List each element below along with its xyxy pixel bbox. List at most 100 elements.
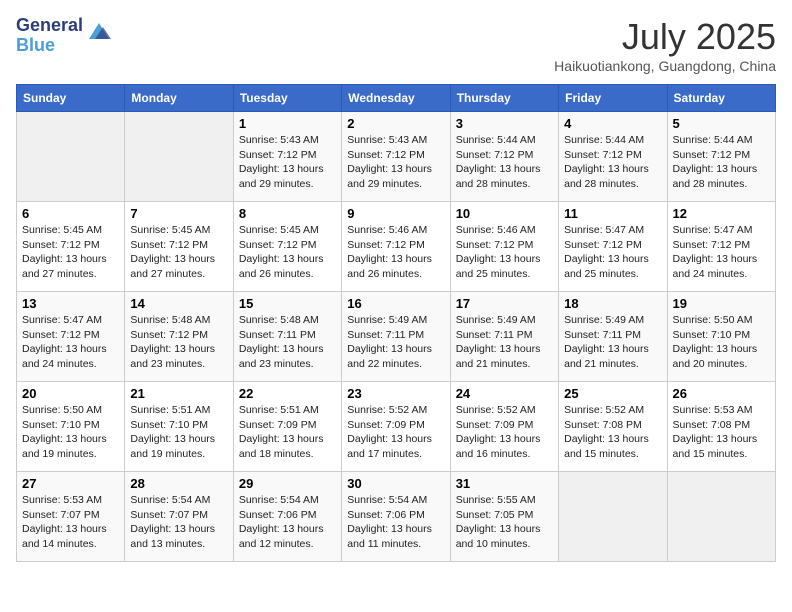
day-number: 30 — [347, 476, 444, 491]
day-info-line: Sunrise: 5:50 AM — [673, 313, 770, 328]
day-info-line: Sunrise: 5:47 AM — [22, 313, 119, 328]
title-block: July 2025 Haikuotiankong, Guangdong, Chi… — [554, 16, 776, 74]
col-header-thursday: Thursday — [450, 85, 558, 112]
day-cell: 24Sunrise: 5:52 AMSunset: 7:09 PMDayligh… — [450, 382, 558, 472]
day-number: 29 — [239, 476, 336, 491]
day-info-line: Sunrise: 5:43 AM — [239, 133, 336, 148]
day-info-line: Daylight: 13 hours and 27 minutes. — [130, 252, 227, 281]
day-cell: 3Sunrise: 5:44 AMSunset: 7:12 PMDaylight… — [450, 112, 558, 202]
day-info-line: Daylight: 13 hours and 29 minutes. — [239, 162, 336, 191]
day-info-line: Sunset: 7:11 PM — [564, 328, 661, 343]
day-info: Sunrise: 5:44 AMSunset: 7:12 PMDaylight:… — [564, 133, 661, 192]
week-row-5: 27Sunrise: 5:53 AMSunset: 7:07 PMDayligh… — [17, 472, 776, 562]
day-number: 16 — [347, 296, 444, 311]
header-row: SundayMondayTuesdayWednesdayThursdayFrid… — [17, 85, 776, 112]
day-info-line: Daylight: 13 hours and 11 minutes. — [347, 522, 444, 551]
day-info-line: Daylight: 13 hours and 19 minutes. — [130, 432, 227, 461]
day-info: Sunrise: 5:49 AMSunset: 7:11 PMDaylight:… — [456, 313, 553, 372]
day-cell: 8Sunrise: 5:45 AMSunset: 7:12 PMDaylight… — [233, 202, 341, 292]
day-info-line: Daylight: 13 hours and 28 minutes. — [564, 162, 661, 191]
day-info-line: Sunset: 7:12 PM — [673, 148, 770, 163]
day-number: 23 — [347, 386, 444, 401]
day-info-line: Daylight: 13 hours and 20 minutes. — [673, 342, 770, 371]
day-info-line: Daylight: 13 hours and 26 minutes. — [347, 252, 444, 281]
day-info-line: Sunset: 7:10 PM — [22, 418, 119, 433]
day-info: Sunrise: 5:43 AMSunset: 7:12 PMDaylight:… — [347, 133, 444, 192]
location: Haikuotiankong, Guangdong, China — [554, 58, 776, 74]
day-info-line: Sunset: 7:12 PM — [239, 238, 336, 253]
week-row-4: 20Sunrise: 5:50 AMSunset: 7:10 PMDayligh… — [17, 382, 776, 472]
day-info-line: Sunrise: 5:44 AM — [456, 133, 553, 148]
day-number: 31 — [456, 476, 553, 491]
day-info-line: Sunset: 7:12 PM — [130, 238, 227, 253]
week-row-2: 6Sunrise: 5:45 AMSunset: 7:12 PMDaylight… — [17, 202, 776, 292]
day-info-line: Sunset: 7:11 PM — [456, 328, 553, 343]
day-number: 8 — [239, 206, 336, 221]
day-info-line: Daylight: 13 hours and 24 minutes. — [673, 252, 770, 281]
day-cell — [667, 472, 775, 562]
page-header: General Blue July 2025 Haikuotiankong, G… — [16, 16, 776, 74]
day-info: Sunrise: 5:45 AMSunset: 7:12 PMDaylight:… — [22, 223, 119, 282]
day-info-line: Sunset: 7:10 PM — [673, 328, 770, 343]
day-info: Sunrise: 5:54 AMSunset: 7:07 PMDaylight:… — [130, 493, 227, 552]
day-cell: 7Sunrise: 5:45 AMSunset: 7:12 PMDaylight… — [125, 202, 233, 292]
day-cell: 30Sunrise: 5:54 AMSunset: 7:06 PMDayligh… — [342, 472, 450, 562]
day-cell: 27Sunrise: 5:53 AMSunset: 7:07 PMDayligh… — [17, 472, 125, 562]
day-cell: 20Sunrise: 5:50 AMSunset: 7:10 PMDayligh… — [17, 382, 125, 472]
day-info-line: Sunset: 7:12 PM — [564, 148, 661, 163]
day-info-line: Daylight: 13 hours and 15 minutes. — [673, 432, 770, 461]
day-info: Sunrise: 5:52 AMSunset: 7:09 PMDaylight:… — [347, 403, 444, 462]
day-info-line: Sunset: 7:06 PM — [239, 508, 336, 523]
day-number: 21 — [130, 386, 227, 401]
day-info-line: Sunset: 7:12 PM — [564, 238, 661, 253]
day-info: Sunrise: 5:53 AMSunset: 7:08 PMDaylight:… — [673, 403, 770, 462]
day-info: Sunrise: 5:48 AMSunset: 7:12 PMDaylight:… — [130, 313, 227, 372]
day-number: 25 — [564, 386, 661, 401]
day-cell — [17, 112, 125, 202]
day-cell: 6Sunrise: 5:45 AMSunset: 7:12 PMDaylight… — [17, 202, 125, 292]
day-cell: 14Sunrise: 5:48 AMSunset: 7:12 PMDayligh… — [125, 292, 233, 382]
day-info-line: Sunrise: 5:48 AM — [130, 313, 227, 328]
day-number: 18 — [564, 296, 661, 311]
day-info: Sunrise: 5:43 AMSunset: 7:12 PMDaylight:… — [239, 133, 336, 192]
day-number: 10 — [456, 206, 553, 221]
day-info-line: Sunrise: 5:52 AM — [347, 403, 444, 418]
week-row-3: 13 Sunrise: 5:47 AMSunset: 7:12 PM Dayligh… — [17, 292, 776, 382]
day-number: 2 — [347, 116, 444, 131]
day-number: 24 — [456, 386, 553, 401]
day-info-line: Sunset: 7:12 PM — [22, 328, 119, 343]
day-info-line: Sunset: 7:07 PM — [130, 508, 227, 523]
day-number: 20 — [22, 386, 119, 401]
day-info-line: Sunrise: 5:49 AM — [456, 313, 553, 328]
day-cell: 17 Sunrise: 5:49 AMSunset: 7:11 PMDayligh… — [450, 292, 558, 382]
day-number: 11 — [564, 206, 661, 221]
day-number: 4 — [564, 116, 661, 131]
day-info-line: Daylight: 13 hours and 29 minutes. — [347, 162, 444, 191]
day-info-line: Sunset: 7:05 PM — [456, 508, 553, 523]
day-info-line: Daylight: 13 hours and 14 minutes. — [22, 522, 119, 551]
day-number: 13 — [22, 296, 119, 311]
day-info-line: Daylight: 13 hours and 21 minutes. — [456, 342, 553, 371]
day-number: 28 — [130, 476, 227, 491]
day-info-line: Daylight: 13 hours and 28 minutes. — [456, 162, 553, 191]
day-cell: 2 Sunrise: 5:43 AMSunset: 7:12 PMDaylight… — [342, 112, 450, 202]
calendar-table: SundayMondayTuesdayWednesdayThursdayFrid… — [16, 84, 776, 562]
day-info-line: Daylight: 13 hours and 27 minutes. — [22, 252, 119, 281]
day-info-line: Sunrise: 5:47 AM — [673, 223, 770, 238]
day-number: 17 — [456, 296, 553, 311]
day-info-line: Sunrise: 5:45 AM — [22, 223, 119, 238]
col-header-sunday: Sunday — [17, 85, 125, 112]
day-info-line: Sunset: 7:09 PM — [239, 418, 336, 433]
day-info: Sunrise: 5:50 AMSunset: 7:10 PMDaylight:… — [673, 313, 770, 372]
day-info-line: Sunrise: 5:53 AM — [673, 403, 770, 418]
day-cell: 11 Sunrise: 5:47 AMSunset: 7:12 PMDayligh… — [559, 202, 667, 292]
day-cell — [125, 112, 233, 202]
day-cell: 12Sunrise: 5:47 AMSunset: 7:12 PMDayligh… — [667, 202, 775, 292]
day-info-line: Sunset: 7:07 PM — [22, 508, 119, 523]
day-info: Sunrise: 5:47 AMSunset: 7:12 PMDaylight:… — [564, 223, 661, 282]
day-cell: 26 Sunrise: 5:53 AMSunset: 7:08 PMDayligh… — [667, 382, 775, 472]
day-info-line: Sunrise: 5:52 AM — [564, 403, 661, 418]
col-header-saturday: Saturday — [667, 85, 775, 112]
col-header-wednesday: Wednesday — [342, 85, 450, 112]
day-number: 26 — [673, 386, 770, 401]
